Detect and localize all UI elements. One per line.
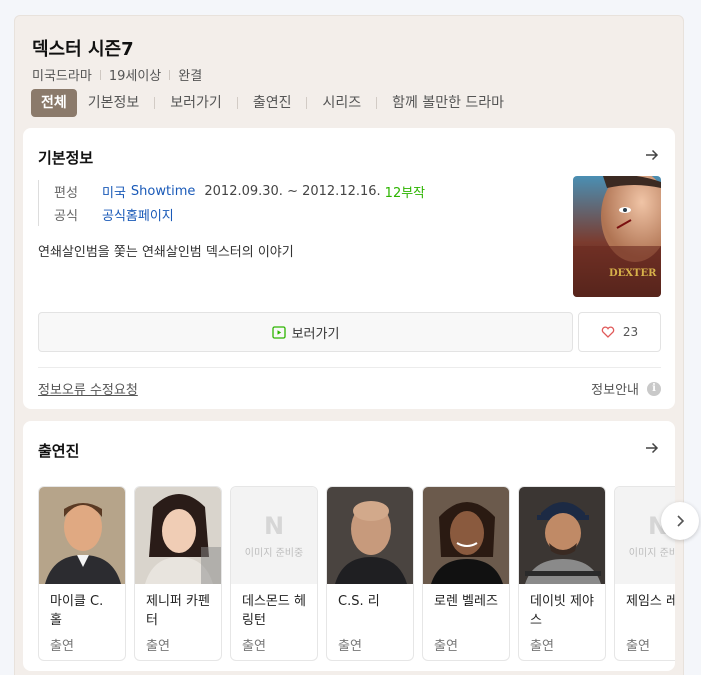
cast-item[interactable]: 제니퍼 카펜터 출연 [134, 486, 222, 661]
official-homepage-link[interactable]: 공식홈페이지 [102, 205, 174, 224]
cast-name: C.S. 리 [338, 594, 380, 609]
cast-role: 출연 [434, 639, 458, 654]
basic-info-card: 기본정보 편성 미국 Showtime 2012.09.30. ~ 2012.1… [23, 128, 675, 409]
no-image-placeholder: N 이미지 준비중 [231, 487, 317, 584]
broadcast-label: 편성 [54, 186, 78, 201]
tab-series[interactable]: 시리즈 [318, 89, 365, 117]
meta-genre: 미국드라마 [32, 69, 92, 84]
watch-button-label: 보러가기 [291, 326, 340, 342]
cast-item[interactable]: 데이빗 제야스 출연 [518, 486, 606, 661]
tab-divider [154, 97, 156, 109]
broadcast-channel[interactable]: Showtime [131, 184, 195, 199]
cast-role: 출연 [50, 639, 74, 654]
tab-divider [376, 97, 378, 109]
tab-divider [236, 97, 238, 109]
report-error-link[interactable]: 정보오류 수정요청 [38, 379, 138, 398]
like-count: 23 [622, 325, 639, 339]
tab-similar[interactable]: 함께 볼만한 드라마 [388, 89, 508, 117]
cast-photo [327, 487, 413, 584]
tab-all[interactable]: 전체 [31, 89, 77, 117]
tab-bar: 전체 기본정보 보러가기 출연진 시리즈 함께 볼만한 드라마 [31, 89, 508, 117]
meta-divider [99, 69, 101, 80]
synopsis: 연쇄살인범을 쫓는 연쇄살인범 덱스터의 이야기 [38, 245, 294, 260]
cast-photo [519, 487, 605, 584]
cast-item[interactable]: 로렌 벨레즈 출연 [422, 486, 510, 661]
naver-n-icon: N [263, 512, 285, 540]
cast-item[interactable]: 마이클 C. 홀 출연 [38, 486, 126, 661]
cast-role: 출연 [530, 639, 554, 654]
watch-button[interactable]: 보러가기 [38, 312, 573, 352]
cast-item[interactable]: C.S. 리 출연 [326, 486, 414, 661]
info-icon: i [647, 381, 661, 396]
meta-rating: 19세이상 [108, 69, 162, 84]
no-image-text: 이미지 준비중 [628, 548, 675, 559]
cast-heading: 출연진 [38, 442, 80, 460]
official-row: 공식 공식홈페이지 [54, 203, 425, 226]
cast-card: 출연진 마이클 C. 홀 출연 제니퍼 카펜터 출연 N 이미지 준비중 데스몬… [23, 421, 675, 671]
cast-name: 마이클 C. 홀 [50, 594, 104, 628]
meta-line: 미국드라마 19세이상 완결 [32, 65, 202, 84]
arrow-right-icon[interactable] [643, 146, 661, 164]
broadcast-country[interactable]: 미국 [102, 182, 126, 201]
meta-divider [169, 69, 171, 80]
play-screen-icon [271, 325, 286, 339]
poster-image[interactable]: DEXTER [573, 176, 661, 297]
tab-watch[interactable]: 보러가기 [166, 89, 226, 117]
cast-role: 출연 [338, 639, 362, 654]
cast-name: 제니퍼 카펜터 [146, 594, 210, 628]
cast-name: 데스몬드 헤링턴 [242, 594, 306, 628]
basic-info-heading: 기본정보 [38, 149, 94, 167]
carousel-next-button[interactable] [661, 502, 699, 540]
tab-divider [306, 97, 308, 109]
no-image-placeholder: N 이미지 준비중 [615, 487, 675, 584]
drama-panel: 덱스터 시즌7 미국드라마 19세이상 완결 전체 기본정보 보러가기 출연진 … [14, 15, 684, 675]
tab-basic-info[interactable]: 기본정보 [84, 89, 144, 117]
info-guide[interactable]: 정보안내 i [591, 379, 661, 398]
page-title: 덱스터 시즌7 [32, 39, 134, 60]
poster-illustration: DEXTER [573, 176, 661, 297]
cast-role: 출연 [626, 639, 650, 654]
broadcast-dates: 2012.09.30. ~ 2012.12.16. [204, 184, 381, 199]
cast-photo [135, 487, 221, 584]
cast-role: 출연 [146, 639, 170, 654]
cast-photo [39, 487, 125, 584]
arrow-right-icon[interactable] [643, 439, 661, 457]
info-guide-label: 정보안내 [591, 383, 639, 398]
cast-photo [423, 487, 509, 584]
card-divider [38, 367, 661, 368]
broadcast-row: 편성 미국 Showtime 2012.09.30. ~ 2012.12.16.… [54, 180, 425, 203]
cast-name: 제임스 레마 [626, 594, 675, 609]
heart-icon [601, 326, 615, 338]
official-label: 공식 [54, 209, 78, 224]
no-image-text: 이미지 준비중 [244, 548, 304, 559]
tab-cast[interactable]: 출연진 [249, 89, 296, 117]
episode-count: 12부작 [384, 186, 426, 201]
like-button[interactable]: 23 [578, 312, 661, 352]
info-rows: 편성 미국 Showtime 2012.09.30. ~ 2012.12.16.… [38, 180, 425, 226]
meta-status: 완결 [178, 69, 203, 84]
poster-logo-text: DEXTER [609, 268, 657, 279]
cast-list: 마이클 C. 홀 출연 제니퍼 카펜터 출연 N 이미지 준비중 데스몬드 헤링… [38, 486, 675, 661]
cast-name: 데이빗 제야스 [530, 594, 594, 628]
cast-role: 출연 [242, 639, 266, 654]
cast-name: 로렌 벨레즈 [434, 594, 498, 609]
cast-item[interactable]: N 이미지 준비중 데스몬드 헤링턴 출연 [230, 486, 318, 661]
chevron-right-icon [677, 515, 685, 527]
